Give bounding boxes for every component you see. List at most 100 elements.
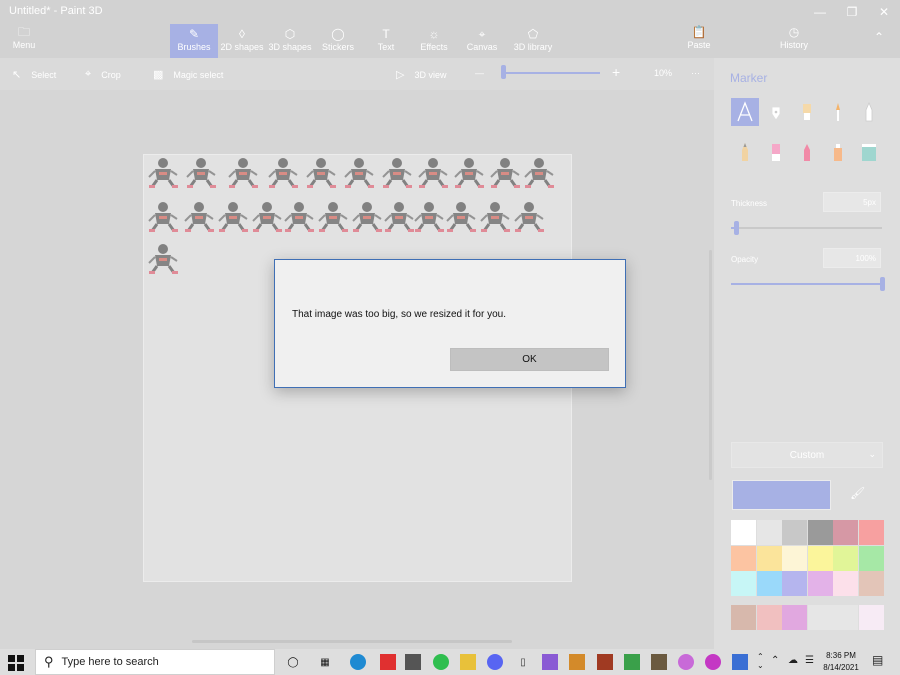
menu-button[interactable]: 🗀 Menu xyxy=(6,24,42,58)
eyedropper-icon[interactable]: 🖌 xyxy=(850,486,865,500)
color-swatch[interactable] xyxy=(807,520,833,545)
thickness-slider-thumb[interactable] xyxy=(733,221,739,235)
notification-icon[interactable]: ▤ xyxy=(872,653,883,667)
game-app-icon[interactable] xyxy=(542,654,558,670)
color-swatch[interactable] xyxy=(756,520,782,545)
roblox-icon[interactable] xyxy=(380,654,396,670)
zoom-slider-thumb[interactable] xyxy=(501,65,506,79)
color-swatch[interactable] xyxy=(833,604,858,630)
watercolor-icon[interactable] xyxy=(824,98,852,126)
tab-2d-shapes[interactable]: ◊ 2D shapes xyxy=(218,24,266,58)
calligraphy-pen-icon[interactable] xyxy=(762,98,790,126)
sprite-app-icon[interactable] xyxy=(624,654,640,670)
more-options-button[interactable]: ··· xyxy=(691,68,700,78)
tab-3d-shapes[interactable]: ⬡ 3D shapes xyxy=(266,24,314,58)
opacity-slider-fill[interactable] xyxy=(731,283,882,285)
3d-view-toggle[interactable]: ▷ 3D view xyxy=(396,68,446,81)
tab-brushes[interactable]: ✎ Brushes xyxy=(170,24,218,58)
color-swatch[interactable] xyxy=(858,604,884,630)
crop-tool[interactable]: ⌖ Crop xyxy=(85,68,121,81)
close-icon[interactable]: ✕ xyxy=(866,0,900,24)
discord-icon[interactable] xyxy=(487,654,503,670)
magic-select-tool[interactable]: ▩ Magic select xyxy=(153,68,223,81)
fill-bucket-icon[interactable] xyxy=(855,138,883,166)
color-swatch[interactable] xyxy=(807,545,833,571)
color-swatch[interactable] xyxy=(756,571,782,596)
color-swatch[interactable] xyxy=(833,545,858,571)
color-swatch[interactable] xyxy=(782,571,807,596)
color-swatch[interactable] xyxy=(858,545,884,571)
tree-app-icon[interactable] xyxy=(651,654,667,670)
cortana-icon[interactable]: ◯ xyxy=(285,654,301,670)
marker-icon[interactable] xyxy=(731,98,759,126)
edge-icon[interactable] xyxy=(350,654,366,670)
select-tool[interactable]: ↖ Select xyxy=(12,68,56,81)
color-swatch[interactable] xyxy=(782,545,807,571)
tab-text[interactable]: T Text xyxy=(362,24,410,58)
zoom-in-button[interactable]: + xyxy=(612,64,620,80)
paint3d-taskbar-icon[interactable] xyxy=(678,654,694,670)
paste-button[interactable]: 📋 Paste xyxy=(684,24,714,50)
color-swatch[interactable] xyxy=(756,545,782,571)
color-swatch[interactable] xyxy=(731,520,756,545)
tab-stickers[interactable]: ◯ Stickers xyxy=(314,24,362,58)
restore-icon[interactable]: ❐ xyxy=(834,0,870,24)
minimize-icon[interactable]: — xyxy=(802,0,838,24)
opacity-field[interactable]: 100% xyxy=(823,248,881,268)
opacity-slider-thumb[interactable] xyxy=(880,277,885,291)
globe-app-icon[interactable] xyxy=(732,654,748,670)
color-swatch[interactable] xyxy=(756,604,782,630)
fnf-app-icon[interactable] xyxy=(597,654,613,670)
color-swatch[interactable] xyxy=(782,520,807,545)
sprite-figure xyxy=(342,157,376,189)
zoom-slider-track[interactable] xyxy=(502,72,600,74)
color-swatch[interactable] xyxy=(833,520,858,545)
tab-canvas[interactable]: ⌖ Canvas xyxy=(458,24,506,58)
color-swatch[interactable] xyxy=(807,571,833,596)
horizontal-scrollbar[interactable] xyxy=(192,640,512,643)
magic-select-label: Magic select xyxy=(173,69,224,80)
show-hidden-icons[interactable]: ⌃ xyxy=(771,655,779,666)
task-view-icon[interactable]: ▦ xyxy=(317,654,333,670)
mouse-app-icon[interactable]: ▯ xyxy=(515,654,531,670)
history-icon: ◷ xyxy=(788,25,800,39)
eraser-icon[interactable] xyxy=(762,138,790,166)
toolbar: ↖ Select ⌖ Crop ▩ Magic select ▷ 3D view… xyxy=(0,58,714,90)
crayon-icon[interactable] xyxy=(793,138,821,166)
store-icon[interactable] xyxy=(405,654,421,670)
color-swatch[interactable] xyxy=(833,571,858,596)
pixel-pen-icon[interactable] xyxy=(855,98,883,126)
taskbar-search[interactable]: ⚲ Type here to search xyxy=(35,649,275,675)
color-swatch[interactable] xyxy=(731,571,756,596)
tab-effects[interactable]: ☼ Effects xyxy=(410,24,458,58)
history-button[interactable]: ◷ History xyxy=(776,24,812,50)
oil-brush-icon[interactable] xyxy=(793,98,821,126)
spray-can-icon[interactable] xyxy=(824,138,852,166)
spotify-icon[interactable] xyxy=(433,654,449,670)
file-explorer-icon[interactable] xyxy=(460,654,476,670)
color-swatch[interactable] xyxy=(782,604,807,630)
zoom-out-button[interactable]: — xyxy=(475,68,484,78)
chevron-up-icon[interactable]: ⌃ xyxy=(874,30,884,44)
tray-arrows-icon[interactable]: ⌃ ⌄ xyxy=(757,652,764,670)
color-swatch[interactable] xyxy=(858,520,884,545)
color-mode-dropdown[interactable]: Custom ⌄ xyxy=(731,442,883,468)
thickness-field[interactable]: 5px xyxy=(823,192,881,212)
pointer-icon: ↖ xyxy=(12,69,22,81)
onedrive-icon[interactable]: ☁ xyxy=(788,655,798,666)
ok-button[interactable]: OK xyxy=(450,348,609,371)
tab-3d-library[interactable]: ⬠ 3D library xyxy=(506,24,560,58)
pencil-icon[interactable] xyxy=(731,138,759,166)
circle-app-icon[interactable] xyxy=(705,654,721,670)
thickness-slider-track[interactable] xyxy=(735,227,882,229)
color-swatch[interactable] xyxy=(858,571,884,596)
taskbar-clock[interactable]: 8:36 PM 8/14/2021 xyxy=(812,650,870,674)
color-swatch[interactable] xyxy=(807,604,833,630)
vertical-scrollbar[interactable] xyxy=(709,250,712,480)
color-swatch[interactable] xyxy=(731,604,756,630)
color-swatch[interactable] xyxy=(731,545,756,571)
zoom-value: 10% xyxy=(654,68,673,78)
current-color-swatch[interactable] xyxy=(732,480,831,510)
paint-app-icon[interactable] xyxy=(569,654,585,670)
windows-start-icon[interactable] xyxy=(8,655,24,671)
